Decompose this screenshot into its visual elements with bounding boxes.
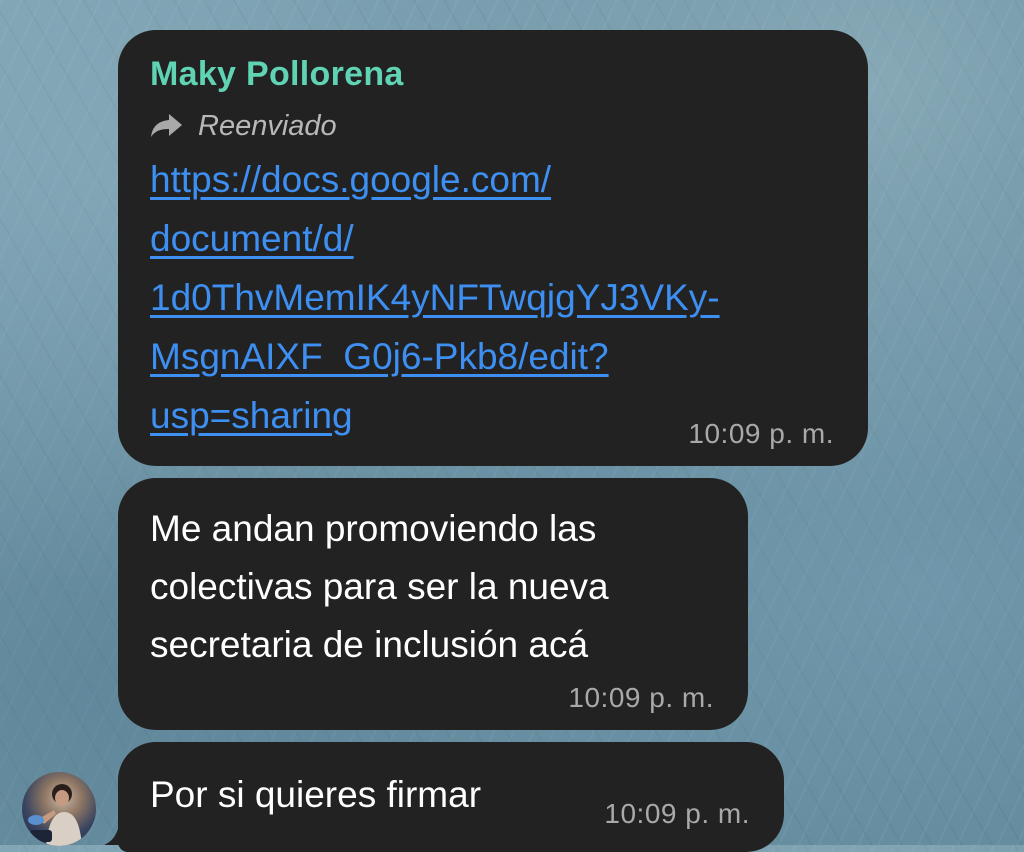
sender-name[interactable]: Maky Pollorena [150,54,836,94]
forwarded-indicator: Reenviado [150,108,836,144]
message-bubble-text-last[interactable]: Por si quieres firmar 10:09 p. m. [118,742,784,852]
chat-view: Maky Pollorena Reenviado https://docs.go… [0,0,1024,852]
bubble-tail [104,800,140,845]
link-line[interactable]: document/d/ [150,209,836,268]
forward-arrow-icon [151,114,182,137]
forwarded-label: Reenviado [198,109,337,142]
message-bubble-forwarded-link[interactable]: Maky Pollorena Reenviado https://docs.go… [118,30,868,466]
message-timestamp: 10:09 p. m. [604,798,750,829]
message-line: secretaria de inclusión acá [150,624,589,665]
link-line[interactable]: https://docs.google.com/ [150,150,836,209]
user-avatar[interactable] [22,772,96,846]
link-line[interactable]: 1d0ThvMemIK4yNFTwqjgYJ3VKy- [150,268,836,327]
link-line[interactable]: MsgnAIXF_G0j6-Pkb8/edit? [150,327,836,386]
message-bubble-text[interactable]: Me andan promoviendo las colectivas para… [118,478,748,730]
message-line: Me andan promoviendo las [150,508,597,549]
message-text: Me andan promoviendo las colectivas para… [150,500,716,674]
message-line: colectivas para ser la nueva [150,566,609,607]
shared-doc-link[interactable]: https://docs.google.com/ document/d/ 1d0… [150,150,836,445]
message-timestamp: 10:09 p. m. [568,682,714,713]
message-timestamp: 10:09 p. m. [688,418,834,449]
avatar-image [28,784,82,846]
